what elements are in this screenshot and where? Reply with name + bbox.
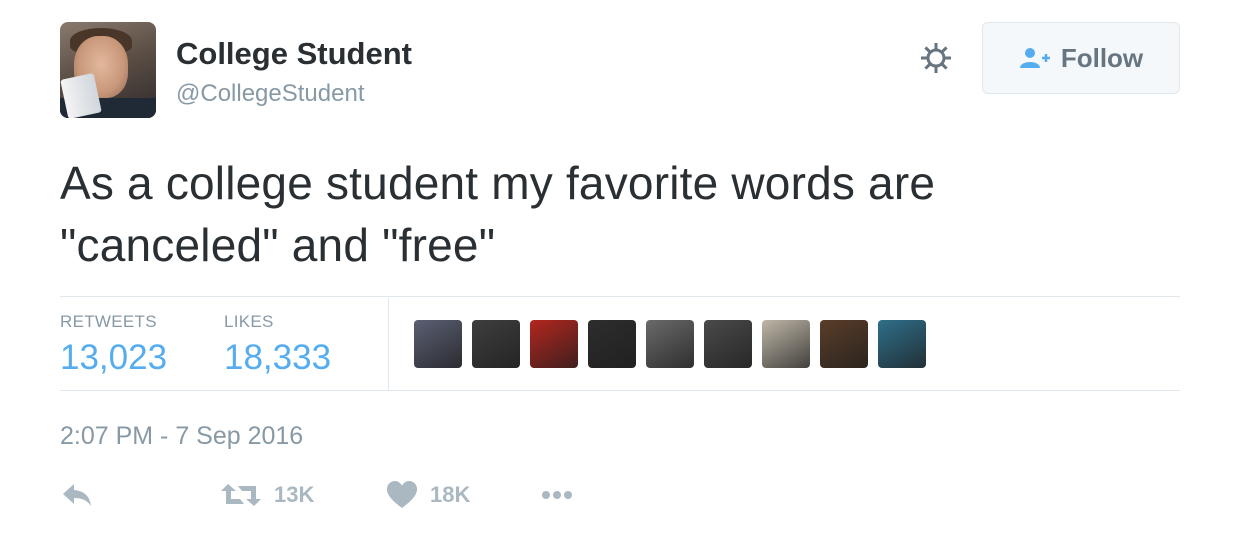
likes-label: LIKES <box>224 312 274 331</box>
follow-button[interactable]: Follow <box>982 22 1180 94</box>
liker-avatar[interactable] <box>472 320 520 368</box>
retweet-button[interactable]: 13K <box>220 480 314 510</box>
add-user-icon <box>1019 48 1050 68</box>
liker-avatar[interactable] <box>762 320 810 368</box>
liker-avatar[interactable] <box>588 320 636 368</box>
reply-icon <box>63 484 91 506</box>
more-icon <box>542 491 572 499</box>
retweets-count: 13,023 <box>60 338 168 377</box>
retweet-count: 13K <box>274 482 315 507</box>
user-handle[interactable]: @CollegeStudent <box>176 80 364 108</box>
retweets-stat[interactable]: RETWEETS 13,023 <box>60 312 167 378</box>
tweet-text: As a college student my favorite words a… <box>60 152 1180 276</box>
retweet-icon <box>221 484 261 506</box>
divider <box>60 390 1180 391</box>
avatar[interactable] <box>60 22 156 118</box>
like-button[interactable]: 18K <box>386 480 470 510</box>
heart-icon <box>387 481 417 508</box>
likes-stat[interactable]: LIKES 18,333 <box>224 312 331 378</box>
tweet-text-line: As a college student my favorite words a… <box>60 157 936 209</box>
tweet-card: College Student @CollegeStudent Follow A… <box>0 0 1260 540</box>
liker-avatar[interactable] <box>704 320 752 368</box>
follow-label: Follow <box>1060 42 1144 73</box>
divider <box>388 298 389 390</box>
gear-icon[interactable] <box>918 40 954 76</box>
liker-avatars <box>414 320 926 368</box>
like-count: 18K <box>430 482 471 507</box>
retweets-label: RETWEETS <box>60 312 157 331</box>
likes-count: 18,333 <box>224 338 332 377</box>
reply-button[interactable] <box>60 480 94 510</box>
liker-avatar[interactable] <box>530 320 578 368</box>
liker-avatar[interactable] <box>414 320 462 368</box>
tweet-text-line: "canceled" and "free" <box>60 219 496 271</box>
liker-avatar[interactable] <box>878 320 926 368</box>
tweet-timestamp[interactable]: 2:07 PM - 7 Sep 2016 <box>60 422 303 451</box>
liker-avatar[interactable] <box>646 320 694 368</box>
divider <box>60 296 1180 297</box>
more-button[interactable] <box>540 480 574 510</box>
user-name[interactable]: College Student <box>176 36 412 72</box>
liker-avatar[interactable] <box>820 320 868 368</box>
